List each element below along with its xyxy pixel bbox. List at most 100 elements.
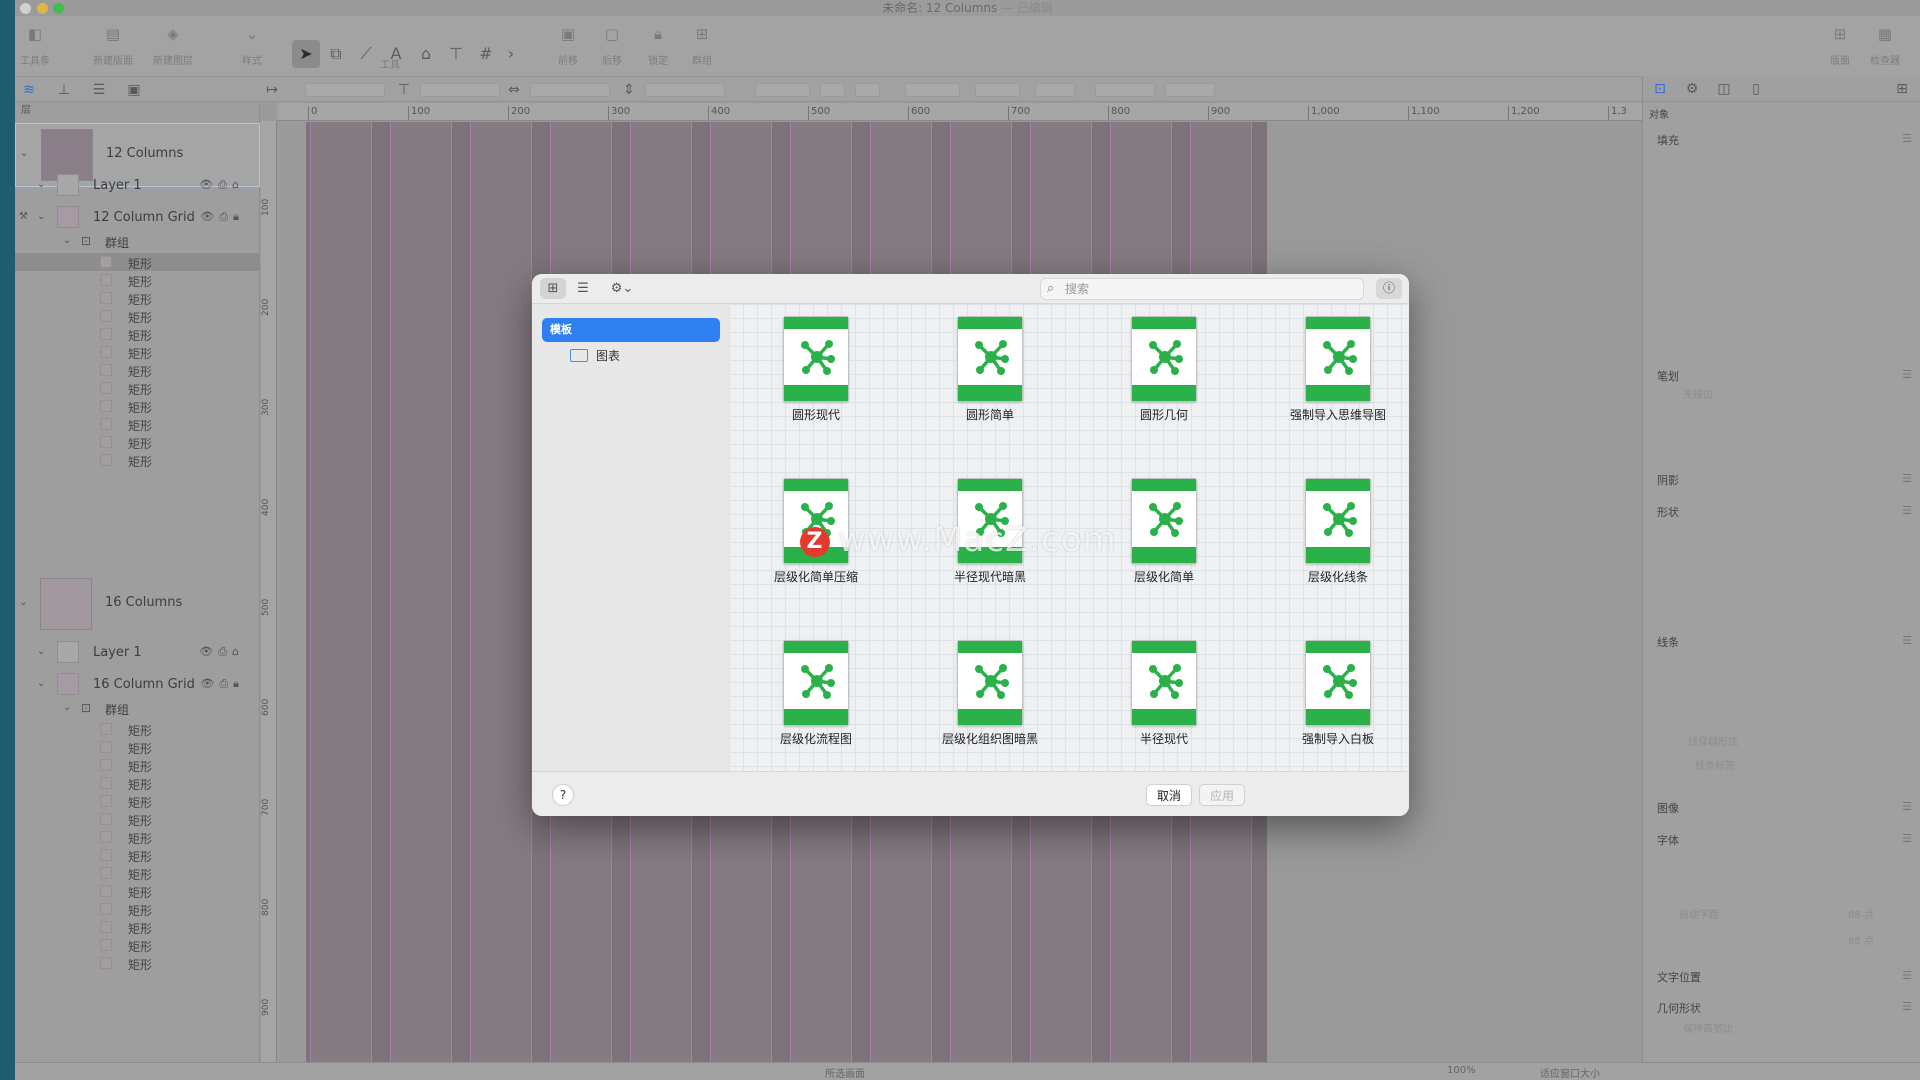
bring-forward-button[interactable]: ▣ 前移 xyxy=(553,22,583,67)
x-field[interactable] xyxy=(305,83,385,97)
stroke-section[interactable]: 笔划 ☰ xyxy=(1643,368,1920,384)
new-canvas-button[interactable]: ▤ 新建版面 xyxy=(93,22,133,67)
shape-tool-icon[interactable]: ⧉ xyxy=(322,40,350,68)
list-item[interactable]: 矩形 xyxy=(15,433,260,451)
stroke-width-field[interactable] xyxy=(975,83,1020,97)
layer-row[interactable]: ⌄ Layer 1 👁︎⎙⌂ xyxy=(15,638,260,666)
layer-row[interactable]: ⚒ ⌄ 12 Column Grid 👁︎⎙🔒︎ xyxy=(15,203,260,231)
chevron-down-icon[interactable]: ⌄ xyxy=(37,646,45,657)
template-item[interactable]: 半径现代 xyxy=(1079,628,1249,758)
width-field[interactable] xyxy=(530,83,610,97)
sidebar-item-charts[interactable]: 图表 xyxy=(570,346,620,366)
cancel-button[interactable]: 取消 xyxy=(1146,784,1193,806)
flip-h-field[interactable] xyxy=(820,83,845,97)
height-field[interactable] xyxy=(645,83,725,97)
list-item[interactable]: 矩形 xyxy=(15,864,260,882)
menu-icon[interactable]: ☰ xyxy=(1902,368,1912,381)
menu-icon[interactable]: ☰ xyxy=(1902,1000,1912,1013)
chevron-down-icon[interactable]: ⌄ xyxy=(63,702,71,713)
chevron-down-icon[interactable]: ⌄ xyxy=(37,179,45,190)
zoom-level[interactable]: 100% xyxy=(1447,1065,1476,1076)
chevron-down-icon[interactable]: ⌄ xyxy=(20,148,28,159)
grid-tool-icon[interactable]: # xyxy=(472,40,500,68)
chevron-down-icon[interactable]: ⌄ xyxy=(37,211,45,222)
send-backward-button[interactable]: ▢ 后移 xyxy=(597,22,627,67)
list-item[interactable]: 矩形 xyxy=(15,918,260,936)
list-item[interactable]: 矩形 xyxy=(15,397,260,415)
grid-view-icon[interactable]: ⊞ xyxy=(540,278,566,299)
list-item[interactable]: 矩形 xyxy=(15,954,260,972)
object-tab-icon[interactable]: ⊡ xyxy=(1651,80,1669,98)
grid-column[interactable] xyxy=(470,122,532,1070)
menu-icon[interactable]: ☰ xyxy=(1902,634,1912,647)
search-input[interactable] xyxy=(1065,281,1355,297)
outline-tab-icon[interactable]: ☰ xyxy=(90,81,108,99)
template-item[interactable]: 强制导入思维导图 xyxy=(1253,304,1409,434)
menu-icon[interactable]: ☰ xyxy=(1902,472,1912,485)
fit-window[interactable]: 适应窗口大小 xyxy=(1540,1065,1600,1080)
chevron-down-icon[interactable]: ⌄ xyxy=(19,597,27,608)
inspector-button[interactable]: ▦ 检查器 xyxy=(1870,22,1900,67)
font-section[interactable]: 字体 ☰ xyxy=(1643,832,1920,848)
gear-icon[interactable]: ⚙⌄ xyxy=(604,278,640,299)
template-item[interactable]: 层级化组织图暗黑 xyxy=(905,628,1075,758)
help-button[interactable]: ? xyxy=(552,784,574,806)
fill-section[interactable]: 填充 ☰ xyxy=(1643,132,1920,148)
shadow-section[interactable]: 阴影 ☰ xyxy=(1643,472,1920,488)
canvas-tab-icon[interactable]: ⊥ xyxy=(55,81,73,99)
grid-column[interactable] xyxy=(310,122,372,1070)
layer-row[interactable]: ⌄ Layer 1 👁︎⎙⌂ xyxy=(15,171,260,199)
template-item[interactable]: 强制导入白板 xyxy=(1253,628,1409,758)
style-button[interactable]: ⌄ 样式 xyxy=(237,22,267,67)
text-tool-icon[interactable]: A xyxy=(382,40,410,68)
image-tab-icon[interactable]: ▣ xyxy=(125,81,143,99)
list-item[interactable]: 矩形 xyxy=(15,253,260,271)
pen-tool-icon[interactable]: ⌂ xyxy=(412,40,440,68)
template-item[interactable]: 圆形简单 xyxy=(905,304,1075,434)
list-item[interactable]: 矩形 xyxy=(15,343,260,361)
list-item[interactable]: 矩形 xyxy=(15,936,260,954)
menu-icon[interactable]: ☰ xyxy=(1902,800,1912,813)
menu-icon[interactable]: ☰ xyxy=(1902,504,1912,517)
menu-icon[interactable]: ☰ xyxy=(1902,969,1912,982)
template-item[interactable]: 层级化流程图 xyxy=(731,628,901,758)
search-field[interactable]: ⌕ xyxy=(1040,278,1364,300)
menu-icon[interactable]: ☰ xyxy=(1902,132,1912,145)
list-item[interactable]: 矩形 xyxy=(15,774,260,792)
more-tools-icon[interactable]: › xyxy=(497,40,525,68)
list-item[interactable]: 矩形 xyxy=(15,325,260,343)
line-section[interactable]: 线条 ☰ xyxy=(1643,634,1920,650)
list-item[interactable]: 矩形 xyxy=(15,720,260,738)
layer-visibility-icons[interactable]: 👁︎⎙🔒︎ xyxy=(200,677,244,691)
text-position-section[interactable]: 文字位置 ☰ xyxy=(1643,969,1920,985)
canvas-button[interactable]: ⊞ 版面 xyxy=(1825,22,1855,67)
list-item[interactable]: 矩形 xyxy=(15,289,260,307)
line-tool-icon[interactable]: ⟋ xyxy=(352,40,380,68)
list-item[interactable]: 矩形 xyxy=(15,756,260,774)
list-view-icon[interactable]: ☰ xyxy=(570,278,596,299)
list-item[interactable]: 矩形 xyxy=(15,828,260,846)
menu-icon[interactable]: ☰ xyxy=(1902,832,1912,845)
group-button[interactable]: ⊞ 群组 xyxy=(687,22,717,67)
shadow-field[interactable] xyxy=(1095,83,1155,97)
opacity-field[interactable] xyxy=(1165,83,1215,97)
chevron-down-icon[interactable]: ⌄ xyxy=(63,235,71,246)
toolbar-sidebar-toggle[interactable]: ◧ 工具条 xyxy=(20,22,50,67)
layers-tab-icon[interactable]: ≋ xyxy=(20,81,38,99)
layer-visibility-icons[interactable]: 👁︎⎙🔒︎ xyxy=(200,210,244,224)
template-item[interactable]: 圆形几何 xyxy=(1079,304,1249,434)
stroke-style-field[interactable] xyxy=(905,83,960,97)
list-item[interactable]: 矩形 xyxy=(15,792,260,810)
template-item[interactable]: 层级化线条 xyxy=(1253,466,1409,596)
canvas-tab-icon[interactable]: ◫ xyxy=(1715,80,1733,98)
diagram-tool-icon[interactable]: ⊤ xyxy=(442,40,470,68)
geometry-section[interactable]: 几何形状 ☰ xyxy=(1643,1000,1920,1016)
chevron-down-icon[interactable]: ⌄ xyxy=(37,678,45,689)
grid-column[interactable] xyxy=(390,122,452,1070)
layer-row[interactable]: ⌄ 16 Column Grid 👁︎⎙🔒︎ xyxy=(15,670,260,698)
list-item[interactable]: 矩形 xyxy=(15,846,260,864)
list-item[interactable]: 矩形 xyxy=(15,307,260,325)
list-item[interactable]: 矩形 xyxy=(15,810,260,828)
list-item[interactable]: 矩形 xyxy=(15,900,260,918)
list-item[interactable]: 矩形 xyxy=(15,738,260,756)
